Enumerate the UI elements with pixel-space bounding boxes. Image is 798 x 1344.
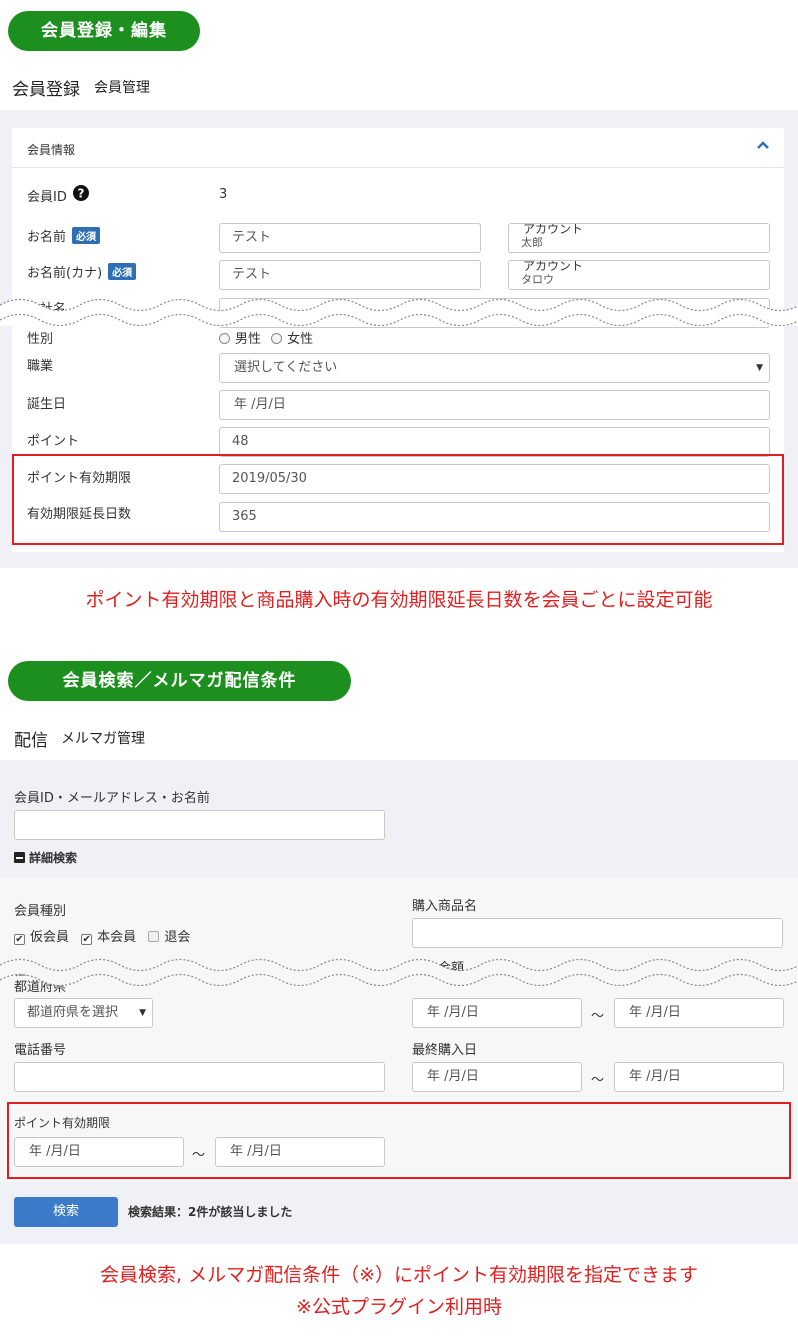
chevron-up-icon[interactable] (756, 138, 770, 156)
name-last-input[interactable]: アカウント 太郎 (508, 223, 770, 253)
member-id-label-text: 会員ID (27, 190, 67, 205)
feature-note-line2: ※公式プラグイン利用時 (296, 1296, 502, 1318)
advanced-search-label: 詳細検索 (29, 851, 78, 865)
product-name-input[interactable] (412, 918, 783, 948)
range-tilde: 〜 (591, 1073, 605, 1088)
birthday-input[interactable]: 年 /月/日 (219, 390, 770, 420)
kana-last-input[interactable]: アカウント タロウ (508, 260, 770, 290)
job-select[interactable]: 選択してください ▼ (219, 353, 770, 383)
gender-options: 男性 女性 (219, 328, 313, 347)
gender-male-label: 男性 (235, 332, 262, 347)
wave-divider (0, 298, 798, 326)
type-withdrawn-label: 退会 (164, 930, 191, 945)
checkbox-temp-checked[interactable]: ✔ (14, 934, 25, 945)
required-badge: 必須 (108, 263, 137, 280)
name-last-value: 太郎 (521, 236, 543, 249)
gender-label: 性別 (27, 332, 54, 347)
job-select-value: 選択してください (234, 360, 338, 375)
caret-down-icon: ▼ (756, 363, 763, 373)
job-label: 職業 (27, 359, 54, 374)
phone-label: 電話番号 (14, 1043, 67, 1058)
point-label: ポイント (27, 434, 80, 449)
help-icon[interactable]: ? (73, 185, 89, 205)
advanced-search-toggle[interactable]: 詳細検索 (14, 849, 77, 866)
purchase-amount-from[interactable]: 年 /月/日 (412, 998, 582, 1028)
feature-note-line1: 会員検索, メルマガ配信条件（※）にポイント有効期限を指定できます (99, 1264, 698, 1286)
prefecture-select[interactable]: 都道府県を選択 ▼ (14, 998, 153, 1028)
kana-first-input[interactable]: テスト (219, 260, 481, 290)
card-title: 会員情報 (27, 143, 76, 157)
member-id-label: 会員ID (27, 186, 67, 205)
page-title: 配信 (14, 731, 48, 751)
feature-note: ポイント有効期限と商品購入時の有効期限延長日数を会員ごとに設定可能 (85, 589, 713, 611)
radio-female[interactable] (271, 333, 283, 344)
kana-last-value: タロウ (521, 273, 554, 286)
highlight-box (7, 1102, 791, 1179)
section-pill-member-search: 会員検索／メルマガ配信条件 (8, 661, 351, 701)
range-tilde: 〜 (591, 1009, 605, 1024)
phone-input[interactable] (14, 1062, 385, 1092)
search-button[interactable]: 検索 (14, 1197, 118, 1227)
member-type-options: ✔ 仮会員 ✔ 本会員 退会 (14, 926, 190, 945)
last-purchase-label: 最終購入日 (412, 1043, 478, 1058)
name-label: お名前 必須 (27, 226, 101, 245)
caret-down-icon: ▼ (139, 1008, 146, 1018)
keyword-label: 会員ID・メールアドレス・お名前 (14, 791, 210, 806)
search-result-text: 検索結果：2件が該当しました (128, 1205, 293, 1219)
last-purchase-to[interactable]: 年 /月/日 (614, 1062, 784, 1092)
product-name-label: 購入商品名 (412, 899, 478, 914)
name-kana-label-text: お名前(カナ) (27, 266, 103, 281)
required-badge: 必須 (72, 227, 101, 244)
name-label-text: お名前 (27, 230, 67, 245)
purchase-amount-to[interactable]: 年 /月/日 (614, 998, 784, 1028)
name-last-field-label: アカウント (521, 223, 586, 236)
card-header[interactable]: 会員情報 (12, 128, 784, 168)
keyword-search-input[interactable] (14, 810, 385, 840)
member-type-label: 会員種別 (14, 904, 67, 919)
last-purchase-from[interactable]: 年 /月/日 (412, 1062, 582, 1092)
checkbox-withdrawn[interactable] (148, 931, 160, 942)
wave-divider (0, 958, 798, 986)
checkbox-full-checked[interactable]: ✔ (81, 934, 93, 945)
birthday-label: 誕生日 (27, 397, 67, 412)
kana-last-field-label: アカウント (521, 260, 586, 273)
name-kana-label: お名前(カナ) 必須 (27, 262, 137, 281)
name-first-input[interactable]: テスト (219, 223, 481, 253)
gender-female-label: 女性 (287, 332, 314, 347)
minus-square-icon (14, 852, 25, 863)
type-full-label: 本会員 (97, 930, 137, 945)
svg-text:?: ? (78, 187, 85, 201)
prefecture-select-value: 都道府県を選択 (27, 1005, 119, 1020)
section-pill-member-edit: 会員登録・編集 (8, 11, 200, 51)
point-input[interactable]: 48 (219, 427, 770, 457)
page-subtitle: 会員管理 (94, 80, 150, 96)
radio-male[interactable] (219, 333, 230, 344)
member-id-value: 3 (219, 187, 228, 202)
page-subtitle: メルマガ管理 (61, 731, 145, 747)
highlight-box (12, 454, 784, 545)
page-title: 会員登録 (12, 80, 80, 100)
type-temp-label: 仮会員 (30, 930, 70, 945)
